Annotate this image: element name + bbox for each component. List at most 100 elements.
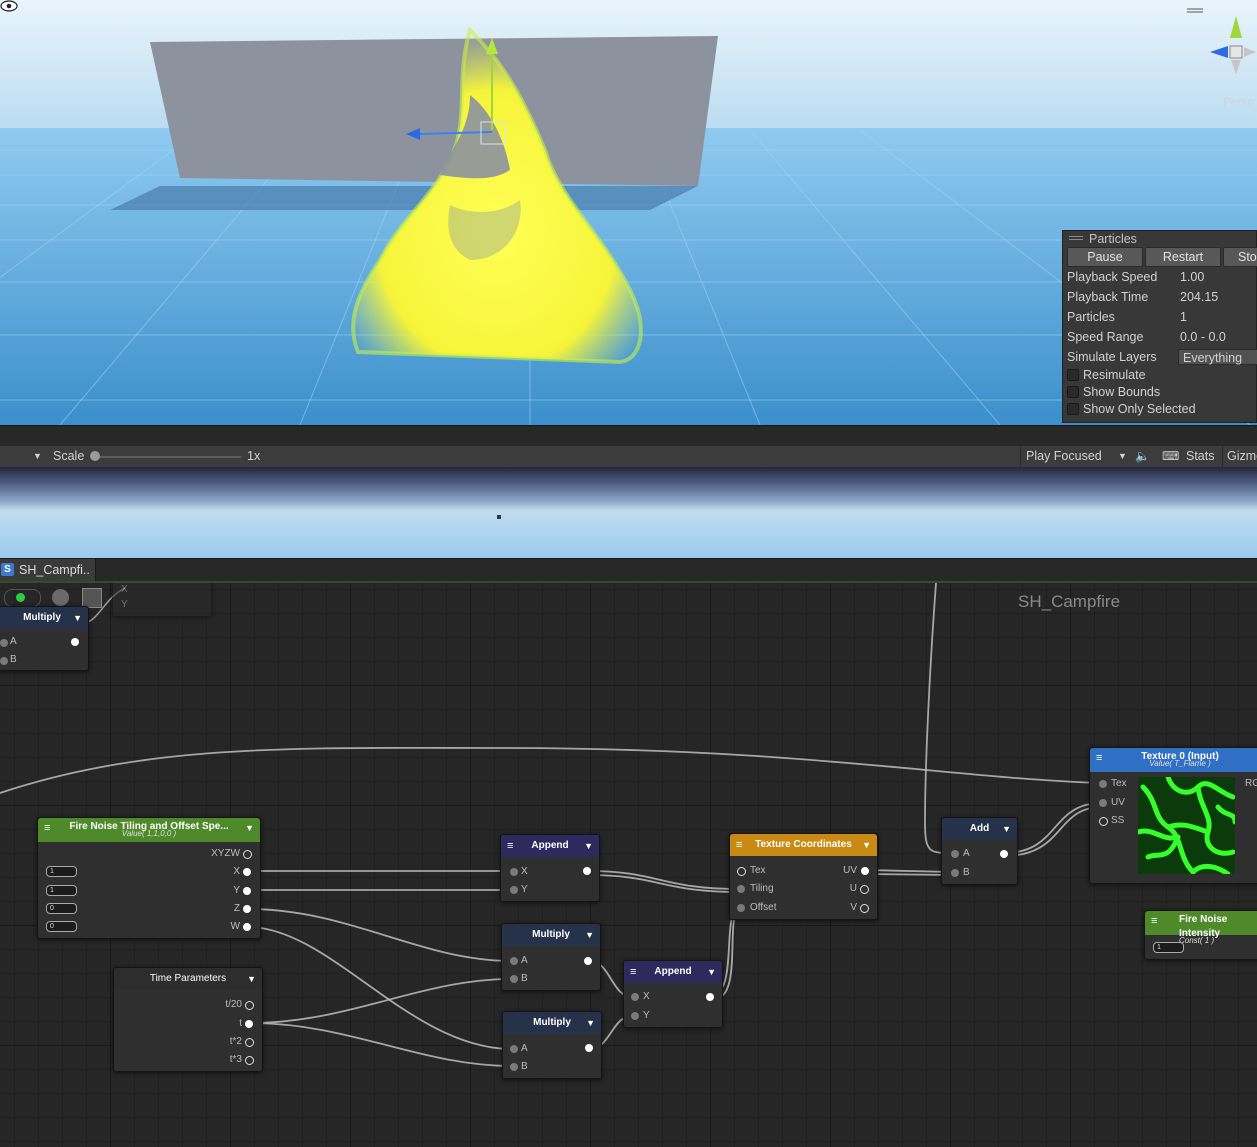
collapse-arrow-icon[interactable]: ▼ (584, 835, 593, 857)
persp-label[interactable]: Persp (1223, 95, 1254, 109)
resimulate-checkbox[interactable] (1067, 369, 1079, 381)
input-pin-b[interactable] (510, 975, 518, 983)
collapse-arrow-icon[interactable]: ▼ (245, 821, 254, 835)
scale-slider-track[interactable] (96, 456, 241, 458)
playback-speed-field[interactable]: 1.00 (1180, 267, 1204, 287)
audio-mute-icon[interactable]: 🔈 (1135, 446, 1150, 467)
scale-slider-thumb[interactable] (90, 451, 100, 461)
value-field-intensity[interactable]: 1 (1153, 942, 1184, 953)
node-header[interactable]: ≡ Append ▼ (624, 961, 722, 983)
input-pin-tex[interactable] (1099, 780, 1107, 788)
collapse-arrow-icon[interactable]: ▼ (586, 1012, 595, 1034)
input-pin-tex[interactable] (737, 867, 746, 876)
cache-icon[interactable] (82, 588, 102, 608)
collapse-arrow-icon[interactable]: ▼ (707, 961, 716, 983)
play-mode-arrow-icon[interactable]: ▼ (1118, 446, 1127, 467)
node-header[interactable]: Time Parameters ▼ (114, 968, 262, 990)
input-pin-a[interactable] (510, 1045, 518, 1053)
node-texture-0[interactable]: ≡ Texture 0 (Input) Value( T_Flame ) Tex… (1089, 747, 1257, 884)
node-header[interactable]: ≡ Texture 0 (Input) Value( T_Flame ) (1090, 748, 1257, 772)
input-pin-a[interactable] (951, 850, 959, 858)
tab-sh-campfire[interactable]: S SH_Campfi.. (0, 559, 96, 581)
value-field-z[interactable]: 0 (46, 903, 77, 914)
node-graph-canvas[interactable]: SH_Campfire X Y Multiply ▼ A B ≡ Fire No… (0, 583, 1257, 1147)
node-header[interactable]: Add ▼ (942, 818, 1017, 840)
node-header[interactable]: Multiply ▼ (0, 607, 88, 629)
playback-time-field[interactable]: 204.15 (1180, 287, 1218, 307)
show-bounds-checkbox[interactable] (1067, 386, 1079, 398)
output-pin-t20[interactable] (245, 1001, 254, 1010)
scene-view[interactable]: Persp Particles Pause Restart Sto Playba… (0, 0, 1257, 425)
output-pin-t[interactable] (245, 1020, 253, 1028)
input-pin-ss[interactable] (1099, 817, 1108, 826)
input-pin-y[interactable] (631, 1012, 639, 1020)
node-header[interactable]: ≡ Fire Noise Tiling and Offset Spe... Va… (38, 818, 260, 842)
stats-button[interactable]: Stats (1186, 446, 1215, 467)
output-pin[interactable] (585, 1044, 593, 1052)
preview-toggle-icon[interactable] (4, 589, 41, 607)
input-pin-uv[interactable] (1099, 799, 1107, 807)
output-pin-y[interactable] (243, 887, 251, 895)
input-pin-b[interactable] (951, 869, 959, 877)
gizmos-button[interactable]: Gizmo (1222, 446, 1257, 467)
show-bounds-toggle[interactable]: Show Bounds (1063, 384, 1256, 401)
node-menu-icon[interactable]: ≡ (507, 835, 513, 857)
input-pin-b[interactable] (510, 1063, 518, 1071)
node-menu-icon[interactable]: ≡ (736, 834, 742, 856)
game-view[interactable] (0, 467, 1257, 558)
node-multiply-2[interactable]: Multiply ▼ A B (502, 1011, 602, 1079)
resimulate-toggle[interactable]: Resimulate (1063, 367, 1256, 384)
collapse-arrow-icon[interactable]: ▼ (585, 924, 594, 946)
input-pin-b[interactable] (0, 657, 8, 665)
input-pin-x[interactable] (631, 993, 639, 1001)
pause-button[interactable]: Pause (1067, 247, 1143, 267)
output-pin-u[interactable] (860, 885, 869, 894)
node-menu-icon[interactable]: ≡ (44, 821, 50, 835)
node-menu-icon[interactable]: ≡ (1096, 751, 1102, 765)
output-pin[interactable] (706, 993, 714, 1001)
output-pin-v[interactable] (860, 904, 869, 913)
collapse-arrow-icon[interactable]: ▼ (1002, 818, 1011, 840)
input-pin-a[interactable] (510, 957, 518, 965)
node-time-parameters[interactable]: Time Parameters ▼ t/20 t t*2 t*3 (113, 967, 263, 1072)
node-fire-noise-tiling[interactable]: ≡ Fire Noise Tiling and Offset Spe... Va… (37, 817, 261, 939)
collapse-arrow-icon[interactable]: ▼ (862, 834, 871, 856)
keyboard-icon[interactable]: ⌨ (1162, 446, 1179, 467)
particles-header[interactable]: Particles (1063, 231, 1256, 247)
restart-button[interactable]: Restart (1145, 247, 1221, 267)
node-header[interactable]: ≡ Append ▼ (501, 835, 599, 857)
node-multiply-top[interactable]: Multiply ▼ A B (0, 606, 89, 671)
drag-handle-icon[interactable] (1069, 236, 1083, 240)
show-only-selected-checkbox[interactable] (1067, 403, 1079, 415)
input-pin-a[interactable] (0, 639, 8, 647)
output-pin-uv[interactable] (861, 867, 869, 875)
collapse-arrow-icon[interactable]: ▼ (247, 968, 256, 990)
output-pin-t3[interactable] (245, 1056, 254, 1065)
value-field-y[interactable]: 1 (46, 885, 77, 896)
output-pin-x[interactable] (243, 868, 251, 876)
output-pin-t2[interactable] (245, 1038, 254, 1047)
output-pin[interactable] (584, 957, 592, 965)
node-menu-icon[interactable]: ≡ (1151, 914, 1157, 928)
node-menu-icon[interactable]: ≡ (630, 961, 636, 983)
node-fire-noise-intensity[interactable]: ≡ Fire Noise Intensity Const( 1 ) 1 (1144, 910, 1257, 960)
node-header[interactable]: ≡ Fire Noise Intensity Const( 1 ) (1145, 911, 1257, 945)
stop-button[interactable]: Sto (1223, 247, 1257, 267)
faded-node[interactable]: X Y (112, 583, 212, 617)
input-pin-y[interactable] (510, 886, 518, 894)
output-pin[interactable] (1000, 850, 1008, 858)
input-pin-x[interactable] (510, 868, 518, 876)
node-multiply-1[interactable]: Multiply ▼ A B (501, 923, 601, 991)
output-pin[interactable] (71, 638, 79, 646)
live-mode-icon[interactable] (52, 589, 69, 606)
visibility-eye-icon[interactable] (0, 0, 18, 12)
simulate-layers-dropdown[interactable]: Everything (1178, 349, 1257, 365)
output-pin-z[interactable] (243, 905, 251, 913)
node-append-1[interactable]: ≡ Append ▼ X Y (500, 834, 600, 902)
node-header[interactable]: Multiply ▼ (502, 924, 600, 946)
output-pin-w[interactable] (243, 923, 251, 931)
node-add[interactable]: Add ▼ A B (941, 817, 1018, 885)
show-only-selected-toggle[interactable]: Show Only Selected (1063, 401, 1256, 418)
display-dropdown-arrow-icon[interactable]: ▼ (33, 446, 42, 467)
input-pin-tiling[interactable] (737, 885, 745, 893)
